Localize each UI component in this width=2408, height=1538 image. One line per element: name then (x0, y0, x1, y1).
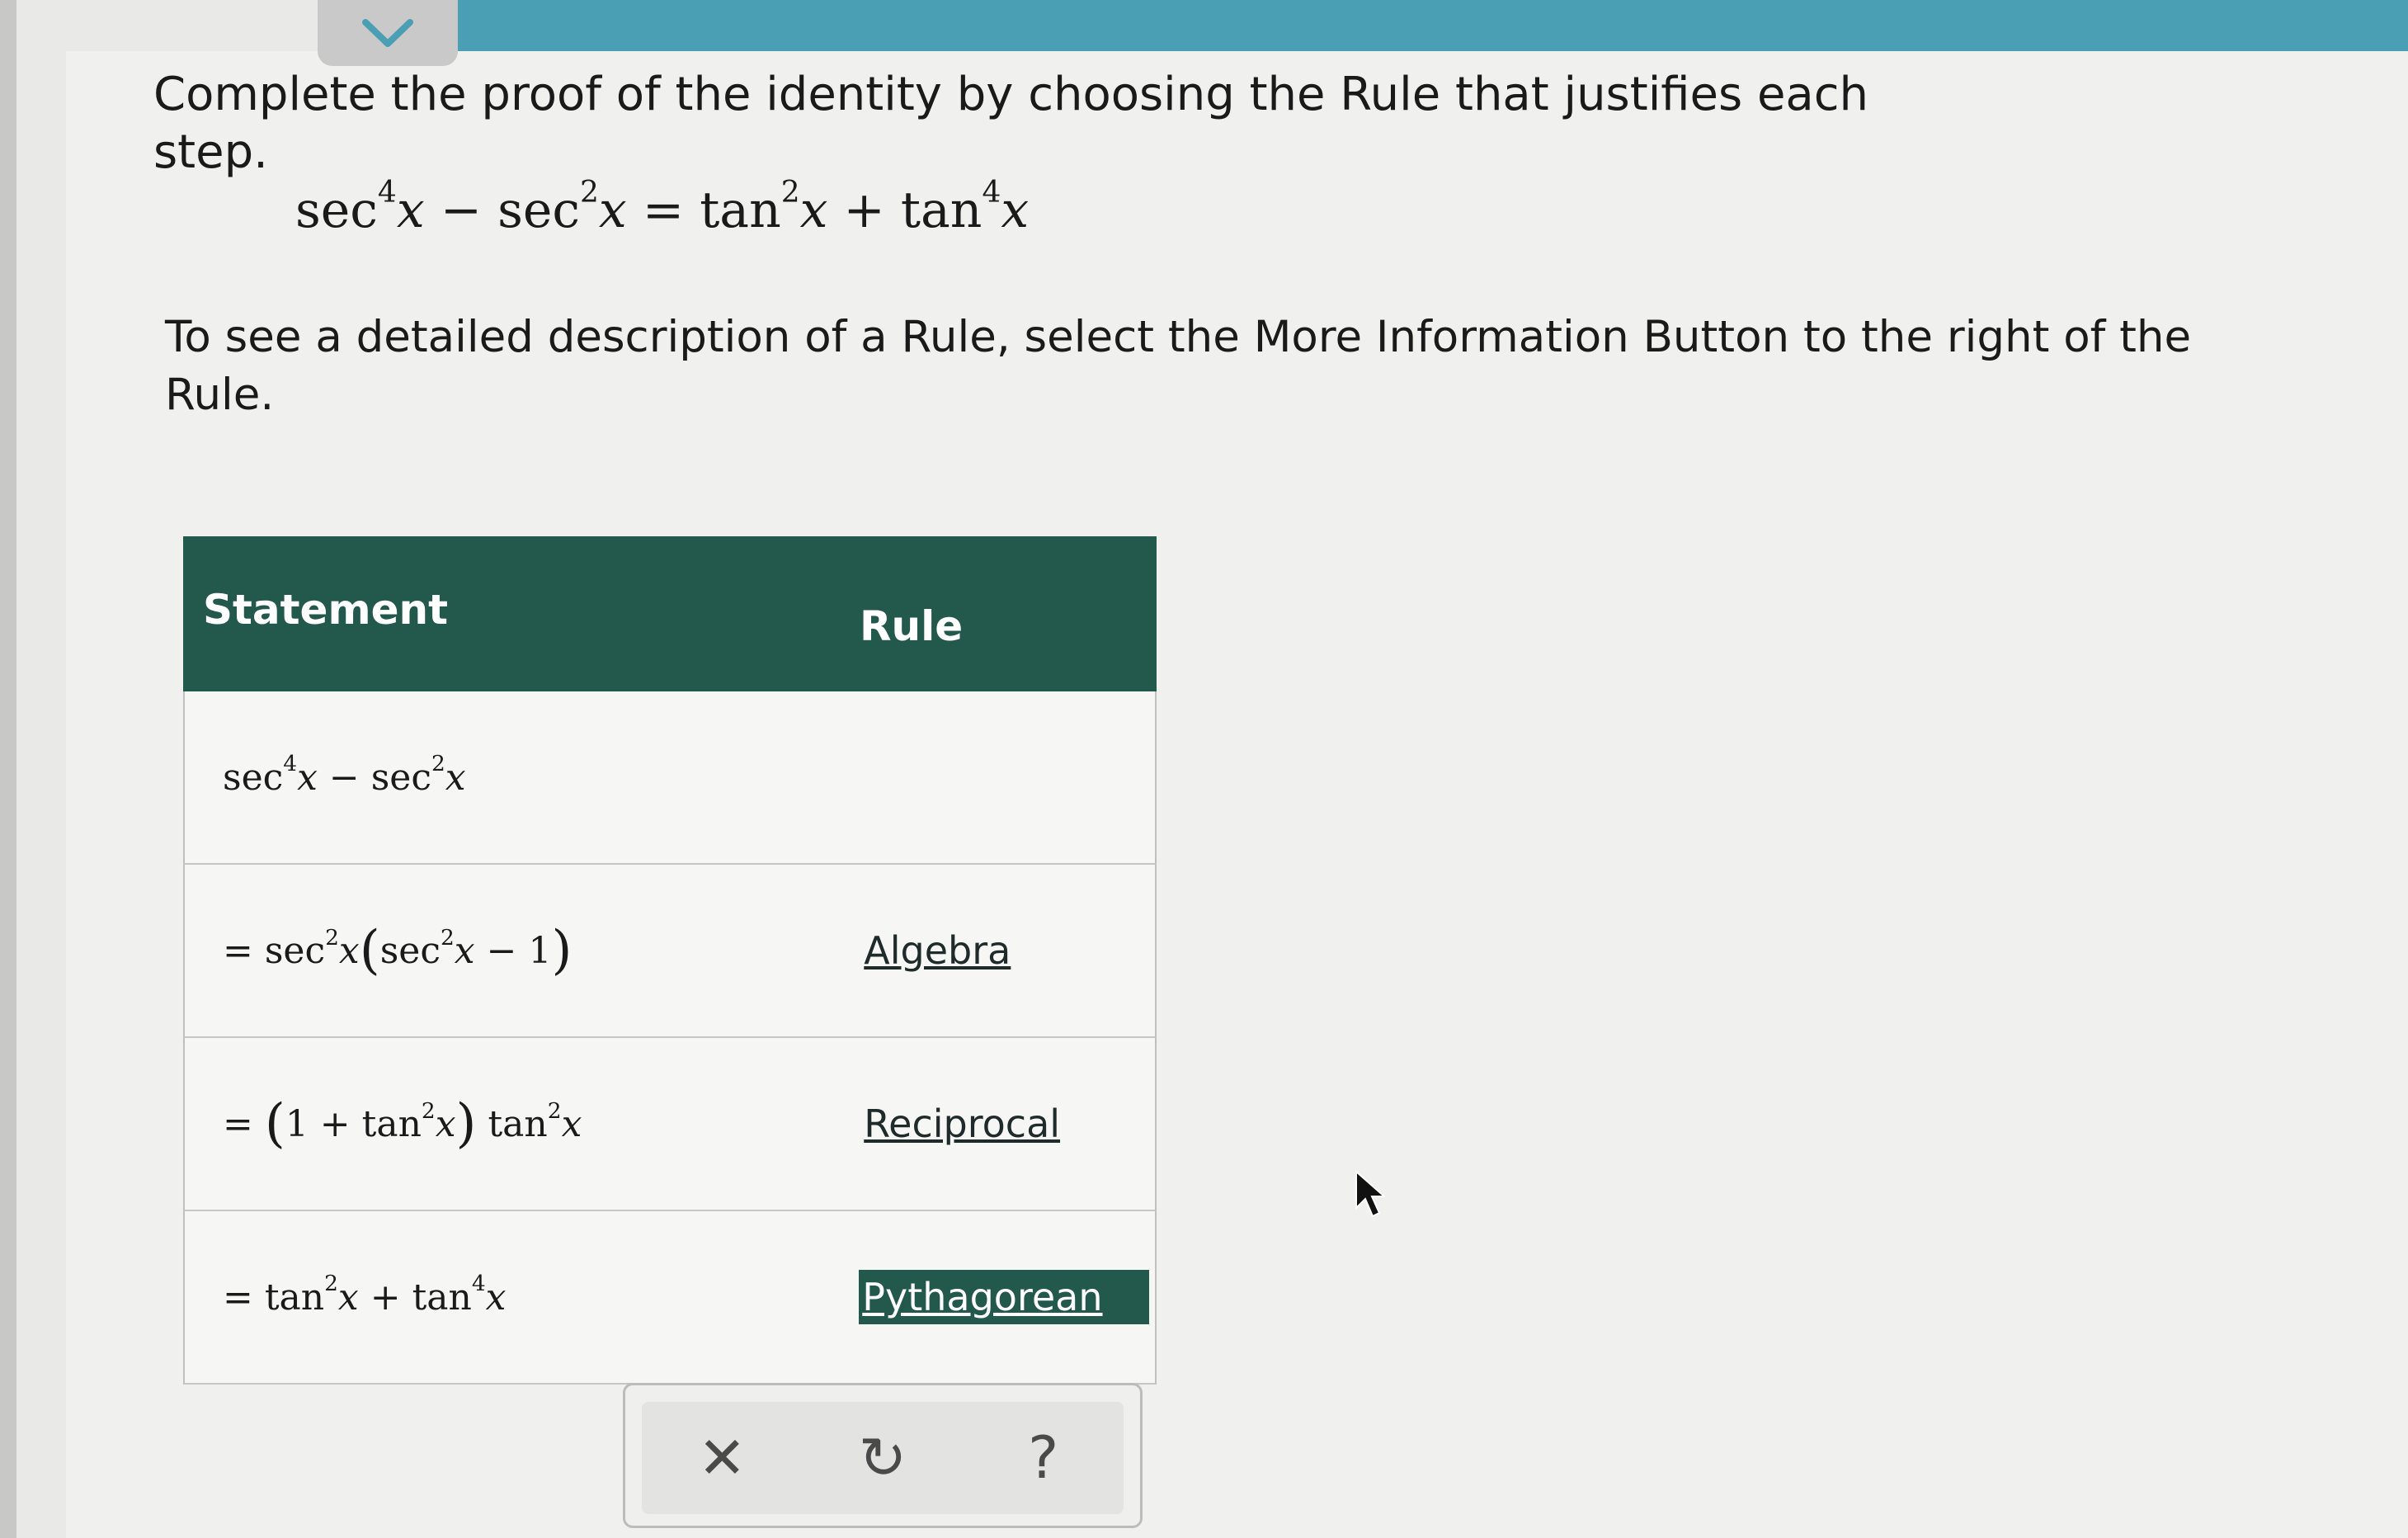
rule-3[interactable]: Reciprocal (859, 1102, 1155, 1146)
undo-button[interactable]: ↻ (833, 1417, 932, 1499)
statement-2: = sec2x(sec2x − 1) (223, 920, 573, 981)
instruction-text: Complete the proof of the identity by ch… (153, 68, 1868, 179)
chevron-down-icon (362, 19, 413, 47)
table-row: = (1 + tan2x) tan2x Reciprocal (183, 1038, 1157, 1211)
statement-4: = tan2x + tan4x (223, 1271, 507, 1319)
table-header: Statement Rule (183, 536, 1157, 691)
clear-button[interactable]: ✕ (672, 1417, 771, 1499)
statement-1: sec4x − sec2x (223, 751, 466, 799)
table-row: = tan2x + tan4x Pythagorean (183, 1211, 1157, 1385)
action-toolbar: ✕ ↻ ? (623, 1383, 1143, 1528)
help-icon: ? (1028, 1424, 1059, 1492)
left-edge (0, 0, 16, 1538)
rule-link-algebra[interactable]: Algebra (859, 925, 1016, 976)
identity-equation: sec4x − sec2x = tan2x + tan4x (295, 176, 1030, 239)
action-toolbar-inner: ✕ ↻ ? (642, 1402, 1124, 1514)
proof-table: Statement Rule sec4x − sec2x = sec2x(sec… (183, 536, 1157, 1385)
rule-4[interactable]: Pythagorean (859, 1270, 1155, 1324)
table-row: = sec2x(sec2x − 1) Algebra (183, 865, 1157, 1038)
more-info-text: To see a detailed description of a Rule,… (165, 312, 2192, 420)
table-row: sec4x − sec2x (183, 691, 1157, 865)
help-button[interactable]: ? (994, 1417, 1093, 1499)
undo-icon: ↻ (858, 1424, 907, 1492)
collapse-toggle[interactable] (318, 0, 458, 66)
rule-link-reciprocal[interactable]: Reciprocal (859, 1098, 1065, 1149)
rule-2[interactable]: Algebra (859, 928, 1155, 973)
rule-link-pythagorean[interactable]: Pythagorean (859, 1270, 1149, 1324)
mouse-cursor-icon (1355, 1170, 1386, 1218)
header-statement: Statement (203, 586, 448, 634)
statement-3: = (1 + tan2x) tan2x (223, 1093, 582, 1154)
header-rule: Rule (860, 602, 964, 650)
close-icon: ✕ (698, 1424, 747, 1492)
